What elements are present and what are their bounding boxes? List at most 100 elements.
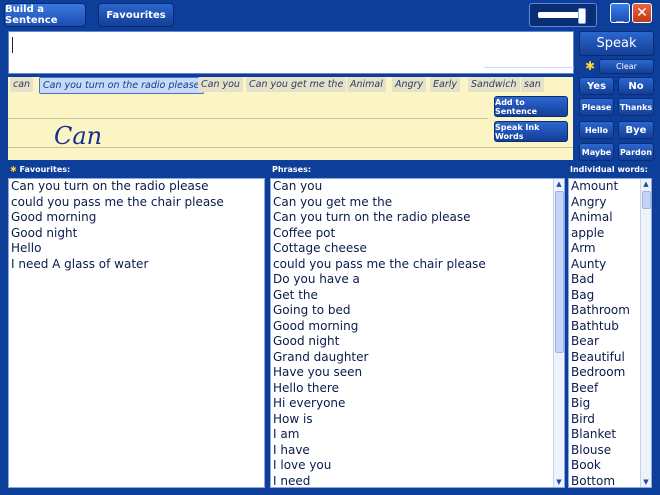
list-item[interactable]: Have you seen [271, 365, 564, 381]
suggestion-item[interactable]: Early [430, 77, 460, 92]
list-item[interactable]: Can you [271, 179, 564, 195]
list-item[interactable]: Cottage cheese [271, 241, 564, 257]
ink-guide-line [8, 118, 488, 119]
list-item[interactable]: Amount [569, 179, 651, 195]
favourites-label: ✱ Favourites: [10, 165, 70, 174]
add-to-sentence-button[interactable]: Add to Sentence [494, 96, 568, 117]
star-icon: ✱ [10, 165, 17, 174]
clear-button[interactable]: Clear [599, 59, 654, 74]
scroll-down-arrow-icon[interactable]: ▼ [641, 477, 651, 487]
scroll-up-arrow-icon[interactable]: ▲ [641, 179, 651, 189]
list-item[interactable]: Bird [569, 412, 651, 428]
list-item[interactable]: Book [569, 458, 651, 474]
suggestion-bar: can Can you turn on the radio please Can… [8, 77, 573, 94]
build-sentence-button[interactable]: Build a Sentence [4, 3, 86, 27]
ink-panel[interactable]: can Can you turn on the radio please Can… [8, 77, 573, 160]
volume-thumb[interactable] [577, 8, 586, 24]
list-item[interactable]: could you pass me the chair please [271, 257, 564, 273]
speak-ink-words-button[interactable]: Speak Ink Words [494, 121, 568, 142]
scroll-up-arrow-icon[interactable]: ▲ [554, 179, 564, 189]
sentence-input[interactable] [8, 31, 574, 74]
suggestion-item[interactable]: Can you get me the [246, 77, 347, 92]
list-item[interactable]: apple [569, 226, 651, 242]
volume-slider[interactable] [529, 3, 597, 27]
list-item[interactable]: Bad [569, 272, 651, 288]
list-item[interactable]: Coffee pot [271, 226, 564, 242]
star-icon: ✱ [585, 59, 596, 73]
list-item[interactable]: Can you turn on the radio please [9, 179, 264, 195]
list-item[interactable]: I need [271, 474, 564, 488]
suggestion-item[interactable]: Animal [347, 77, 386, 92]
list-item[interactable]: Blouse [569, 443, 651, 459]
no-button[interactable]: No [618, 77, 654, 95]
list-item[interactable]: Blanket [569, 427, 651, 443]
list-item[interactable]: Hi everyone [271, 396, 564, 412]
list-item[interactable]: Get the [271, 288, 564, 304]
favourites-list[interactable]: Can you turn on the radio please could yo… [8, 178, 265, 488]
scroll-down-arrow-icon[interactable]: ▼ [554, 477, 564, 487]
list-item[interactable]: Hello [9, 241, 264, 257]
favourites-label-text: Favourites: [19, 165, 71, 174]
list-item[interactable]: Arm [569, 241, 651, 257]
individual-words-list[interactable]: Amount Angry Animal apple Arm Aunty Bad Bag Bath… [568, 178, 652, 488]
phrases-label: Phrases: [272, 165, 312, 174]
list-item[interactable]: Beautiful [569, 350, 651, 366]
list-item[interactable]: Going to bed [271, 303, 564, 319]
minimize-button[interactable]: _ [610, 3, 630, 23]
speak-button[interactable]: Speak [579, 31, 654, 56]
list-item[interactable]: Bag [569, 288, 651, 304]
list-item[interactable]: I need A glass of water [9, 257, 264, 273]
list-item[interactable]: Grand daughter [271, 350, 564, 366]
text-caret [12, 37, 13, 53]
list-item[interactable]: Bear [569, 334, 651, 350]
scroll-thumb[interactable] [642, 191, 651, 209]
suggestion-item-selected[interactable]: Can you turn on the radio please [39, 77, 204, 94]
handwriting-ink: Can [54, 122, 103, 150]
list-item[interactable]: Good morning [9, 210, 264, 226]
list-item[interactable]: I have [271, 443, 564, 459]
list-item[interactable]: Bedroom [569, 365, 651, 381]
list-item[interactable]: Big [569, 396, 651, 412]
yes-button[interactable]: Yes [579, 77, 614, 95]
list-item[interactable]: Can you turn on the radio please [271, 210, 564, 226]
list-item[interactable]: I am [271, 427, 564, 443]
suggestion-item[interactable]: san [521, 77, 544, 92]
please-button[interactable]: Please [579, 98, 614, 116]
list-item[interactable]: Good night [9, 226, 264, 242]
pardon-button[interactable]: Pardon [618, 143, 654, 161]
list-item[interactable]: How is [271, 412, 564, 428]
thanks-button[interactable]: Thanks [618, 98, 654, 116]
list-item[interactable]: I love you [271, 458, 564, 474]
list-item[interactable]: Bottom [569, 474, 651, 488]
list-item[interactable]: Aunty [569, 257, 651, 273]
list-item[interactable]: Animal [569, 210, 651, 226]
list-item[interactable]: Do you have a [271, 272, 564, 288]
suggestion-item[interactable]: Angry [392, 77, 427, 92]
list-item[interactable]: Good morning [271, 319, 564, 335]
phrases-scrollbar[interactable]: ▲ ▼ [553, 179, 564, 487]
suggestion-item[interactable]: can [10, 77, 34, 92]
input-divider [484, 67, 574, 68]
phrases-list[interactable]: Can you Can you get me the Can you turn on… [270, 178, 565, 488]
list-item[interactable]: Angry [569, 195, 651, 211]
scroll-thumb[interactable] [555, 191, 564, 353]
maybe-button[interactable]: Maybe [579, 143, 614, 161]
bye-button[interactable]: Bye [618, 121, 654, 139]
close-icon: ✕ [636, 5, 648, 21]
suggestion-item[interactable]: Sandwich [468, 77, 520, 92]
volume-fill [538, 12, 581, 18]
hello-button[interactable]: Hello [579, 121, 614, 139]
list-item[interactable]: Beef [569, 381, 651, 397]
minimize-icon: _ [616, 3, 624, 23]
list-item[interactable]: Bathroom [569, 303, 651, 319]
list-item[interactable]: Can you get me the [271, 195, 564, 211]
suggestion-item[interactable]: Can you [198, 77, 243, 92]
favourites-button[interactable]: Favourites [98, 3, 174, 27]
list-item[interactable]: Good night [271, 334, 564, 350]
list-item[interactable]: Bathtub [569, 319, 651, 335]
individual-words-label: Individual words: [570, 165, 648, 174]
list-item[interactable]: Hello there [271, 381, 564, 397]
list-item[interactable]: could you pass me the chair please [9, 195, 264, 211]
words-scrollbar[interactable]: ▲ ▼ [640, 179, 651, 487]
close-button[interactable]: ✕ [632, 3, 652, 23]
